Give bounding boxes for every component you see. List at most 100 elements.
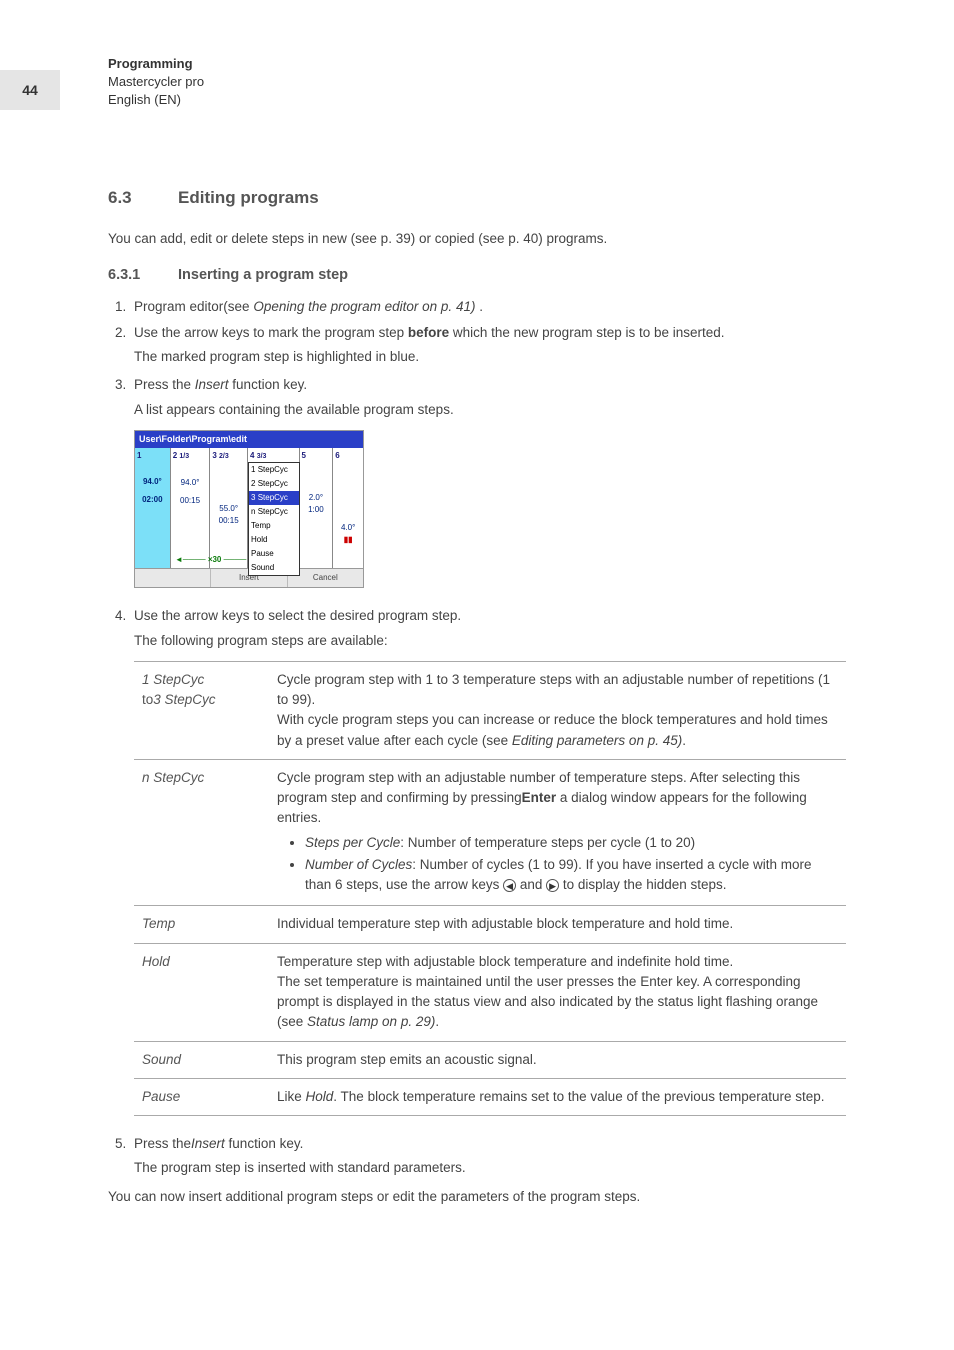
col3-temp: 55.0° [219, 503, 238, 515]
step-3-sub: A list appears containing the available … [134, 400, 846, 420]
arrow-right-icon: ▶ [546, 879, 559, 892]
screenshot-col-4: 4 3/3 1 StepCyc 2 StepCyc 3 StepCyc n St… [248, 448, 300, 568]
screenshot-col-3: 3 2/3 55.0° 00:15 [210, 448, 248, 568]
desc-cell: Temperature step with adjustable block t… [269, 943, 846, 1041]
screenshot-col-5: 5 2.0° 1:00 [300, 448, 334, 568]
page-content: 6.3Editing programs You can add, edit or… [108, 185, 846, 1217]
table-row: Sound This program step emits an acousti… [134, 1041, 846, 1078]
footer-btn-blank [135, 569, 211, 587]
program-steps-table: 1 StepCyc to3 StepCyc Cycle program step… [134, 661, 846, 1116]
page-number: 44 [0, 70, 60, 110]
step-5: Press theInsert function key. The progra… [130, 1134, 846, 1179]
table-row: 1 StepCyc to3 StepCyc Cycle program step… [134, 661, 846, 759]
table-row: Pause Like Hold. The block temperature r… [134, 1078, 846, 1115]
col4-num: 4 [250, 451, 254, 460]
step-4-sub: The following program steps are availabl… [134, 631, 846, 651]
b2-text-b: and [516, 877, 546, 892]
insert-menu: 1 StepCyc 2 StepCyc 3 StepCyc n StepCyc … [248, 462, 300, 576]
step-4: Use the arrow keys to select the desired… [130, 606, 846, 1116]
b1-label: Steps per Cycle [305, 835, 400, 850]
menu-item: n StepCyc [249, 505, 299, 519]
header-language: English (EN) [108, 91, 204, 109]
screenshot-col-6: 6 4.0° ▮▮ [333, 448, 363, 568]
table-row: Hold Temperature step with adjustable bl… [134, 943, 846, 1041]
menu-item: 1 StepCyc [249, 463, 299, 477]
section-title: Editing programs [178, 188, 319, 207]
row6-prefix: Like [277, 1089, 306, 1104]
step-1: Program editor(see Opening the program e… [130, 297, 846, 317]
col3-time: 00:15 [219, 515, 239, 527]
step-5-suffix: function key. [225, 1136, 304, 1151]
desc-cell: Cycle program step with 1 to 3 temperatu… [269, 661, 846, 759]
step-list: Program editor(see Opening the program e… [108, 297, 846, 1179]
term-cell: Sound [134, 1041, 269, 1078]
row6-ref: Hold [306, 1089, 334, 1104]
term-cell: n StepCyc [134, 759, 269, 906]
col3-num: 3 [212, 451, 216, 460]
subsection-number: 6.3.1 [108, 265, 178, 287]
term-cell: Hold [134, 943, 269, 1041]
menu-item: Pause [249, 547, 299, 561]
step-2-suffix: which the new program step is to be inse… [449, 325, 724, 340]
step-3-prefix: Press the [134, 377, 195, 392]
col6-temp: 4.0° [341, 522, 355, 534]
step-5-prefix: Press the [134, 1136, 191, 1151]
step-4-text: Use the arrow keys to select the desired… [134, 608, 461, 623]
step-5-sub: The program step is inserted with standa… [134, 1158, 846, 1178]
step-3: Press the Insert function key. A list ap… [130, 375, 846, 588]
step-1-prefix: Program editor(see [134, 299, 253, 314]
subsection-heading: 6.3.1Inserting a program step [108, 265, 846, 287]
cycle-arrow: ◄──── ×30 ──── [175, 554, 246, 566]
term-cell: Pause [134, 1078, 269, 1115]
col5-temp: 2.0° [309, 492, 323, 504]
menu-item: 2 StepCyc [249, 477, 299, 491]
col4-frac: 3/3 [257, 453, 267, 460]
step-3-suffix: function key. [229, 377, 308, 392]
screenshot-titlebar: User\Folder\Program\edit [135, 431, 363, 449]
col6-num: 6 [335, 450, 339, 462]
col2-temp: 94.0° [181, 477, 200, 489]
step-2-sub: The marked program step is highlighted i… [134, 347, 846, 367]
step-3-ref: Insert [195, 377, 229, 392]
term-cell: Temp [134, 906, 269, 943]
col2-frac: 1/3 [179, 453, 189, 460]
program-editor-screenshot: User\Folder\Program\edit 1 94.0° 02:00 2… [134, 430, 364, 589]
row1-desc2-suffix: . [682, 733, 686, 748]
header-title: Programming [108, 55, 204, 73]
row4-a: Temperature step with adjustable block t… [277, 954, 733, 969]
bullet-item: Number of Cycles: Number of cycles (1 to… [305, 855, 838, 896]
step-2: Use the arrow keys to mark the program s… [130, 323, 846, 368]
step-2-prefix: Use the arrow keys to mark the program s… [134, 325, 408, 340]
subsection-title: Inserting a program step [178, 267, 348, 283]
col1-time: 02:00 [142, 494, 162, 506]
b2-text-c: to display the hidden steps. [559, 877, 726, 892]
desc-cell: Individual temperature step with adjusta… [269, 906, 846, 943]
col3-frac: 2/3 [219, 453, 229, 460]
col2-num: 2 [173, 451, 177, 460]
term-3stepcyc: 3 StepCyc [153, 692, 215, 707]
step-2-bold: before [408, 325, 449, 340]
step-1-suffix: . [475, 299, 483, 314]
header-product: Mastercycler pro [108, 73, 204, 91]
menu-item: Temp [249, 519, 299, 533]
term-1stepcyc: 1 StepCyc [142, 672, 204, 687]
menu-item: Hold [249, 533, 299, 547]
bullet-item: Steps per Cycle: Number of temperature s… [305, 833, 838, 853]
row4-suffix: . [435, 1014, 439, 1029]
step-1-ref: Opening the program editor on p. 41) [253, 299, 475, 314]
menu-item: Sound [249, 561, 299, 575]
row2-bold: Enter [522, 790, 557, 805]
desc-cell: This program step emits an acoustic sign… [269, 1041, 846, 1078]
row1-desc1: Cycle program step with 1 to 3 temperatu… [277, 672, 830, 707]
row6-suffix: . The block temperature remains set to t… [333, 1089, 824, 1104]
b1-text: : Number of temperature steps per cycle … [400, 835, 695, 850]
arrow-left-icon: ◀ [503, 879, 516, 892]
section-number: 6.3 [108, 185, 178, 211]
screenshot-col-2: 2 1/3 94.0° 00:15 [171, 448, 211, 568]
col1-num: 1 [137, 450, 141, 462]
b2-label: Number of Cycles [305, 857, 412, 872]
term-cell: 1 StepCyc to3 StepCyc [134, 661, 269, 759]
desc-cell: Cycle program step with an adjustable nu… [269, 759, 846, 906]
col5-time: 1:00 [308, 504, 324, 516]
col2-time: 00:15 [180, 495, 200, 507]
